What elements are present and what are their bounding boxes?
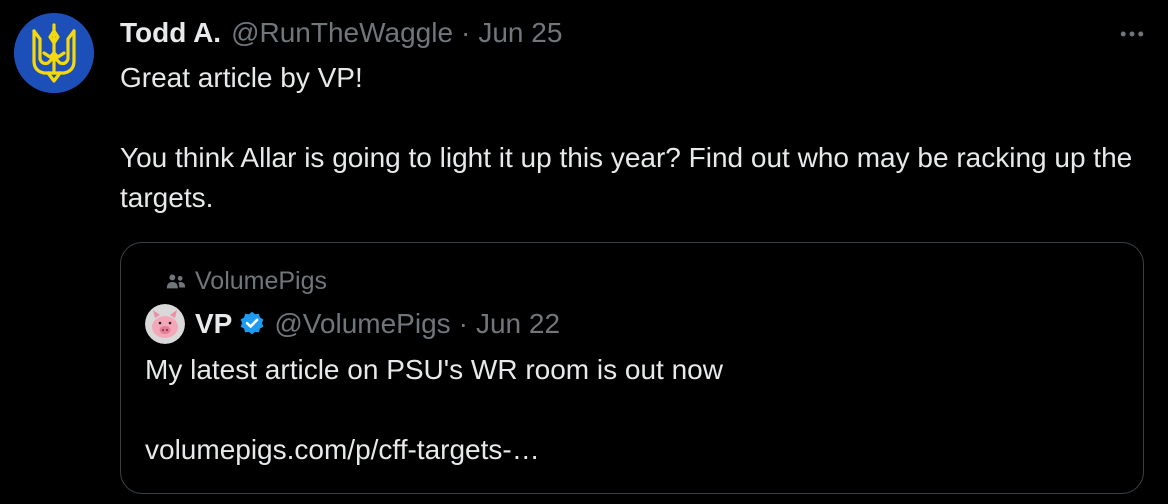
pig-avatar-icon xyxy=(145,304,185,344)
quoted-tweet-date[interactable]: Jun 22 xyxy=(476,308,560,340)
ukraine-trident-icon xyxy=(14,13,94,93)
community-icon xyxy=(166,273,186,288)
author-name[interactable]: Todd A. xyxy=(120,17,221,49)
quoted-tweet-card[interactable]: VolumePigs VP @VolumePigs · Jun 22 My la… xyxy=(120,242,1144,494)
author-handle[interactable]: @RunTheWaggle xyxy=(231,17,453,49)
community-name: VolumePigs xyxy=(195,267,328,295)
header-separator: · xyxy=(461,17,471,48)
author-avatar[interactable] xyxy=(14,13,94,93)
quoted-tweet-header: VP @VolumePigs · Jun 22 xyxy=(145,303,560,345)
quoted-author-avatar[interactable] xyxy=(145,304,185,344)
more-horizontal-icon xyxy=(1120,31,1144,37)
tweet-date[interactable]: Jun 25 xyxy=(478,17,562,49)
tweet[interactable]: Todd A. @RunTheWaggle · Jun 25 Great art… xyxy=(0,0,1168,504)
more-options-button[interactable] xyxy=(1112,14,1152,54)
quoted-author-handle[interactable]: @VolumePigs xyxy=(274,308,450,340)
tweet-text-line: You think Allar is going to light it up … xyxy=(120,142,1133,213)
tweet-body: Great article by VP! You think Allar is … xyxy=(120,58,1150,218)
tweet-header: Todd A. @RunTheWaggle · Jun 25 xyxy=(120,14,562,52)
tweet-text-line: Great article by VP! xyxy=(120,62,363,93)
quoted-link[interactable]: volumepigs.com/p/cff-targets-… xyxy=(145,430,1125,470)
verified-badge-icon xyxy=(241,311,264,335)
community-label[interactable]: VolumePigs xyxy=(165,267,327,296)
quoted-tweet-body: My latest article on PSU's WR room is ou… xyxy=(145,350,1125,470)
quoted-header-separator: · xyxy=(458,308,468,339)
quoted-text-line: My latest article on PSU's WR room is ou… xyxy=(145,354,723,385)
quoted-author-name[interactable]: VP xyxy=(195,308,232,340)
